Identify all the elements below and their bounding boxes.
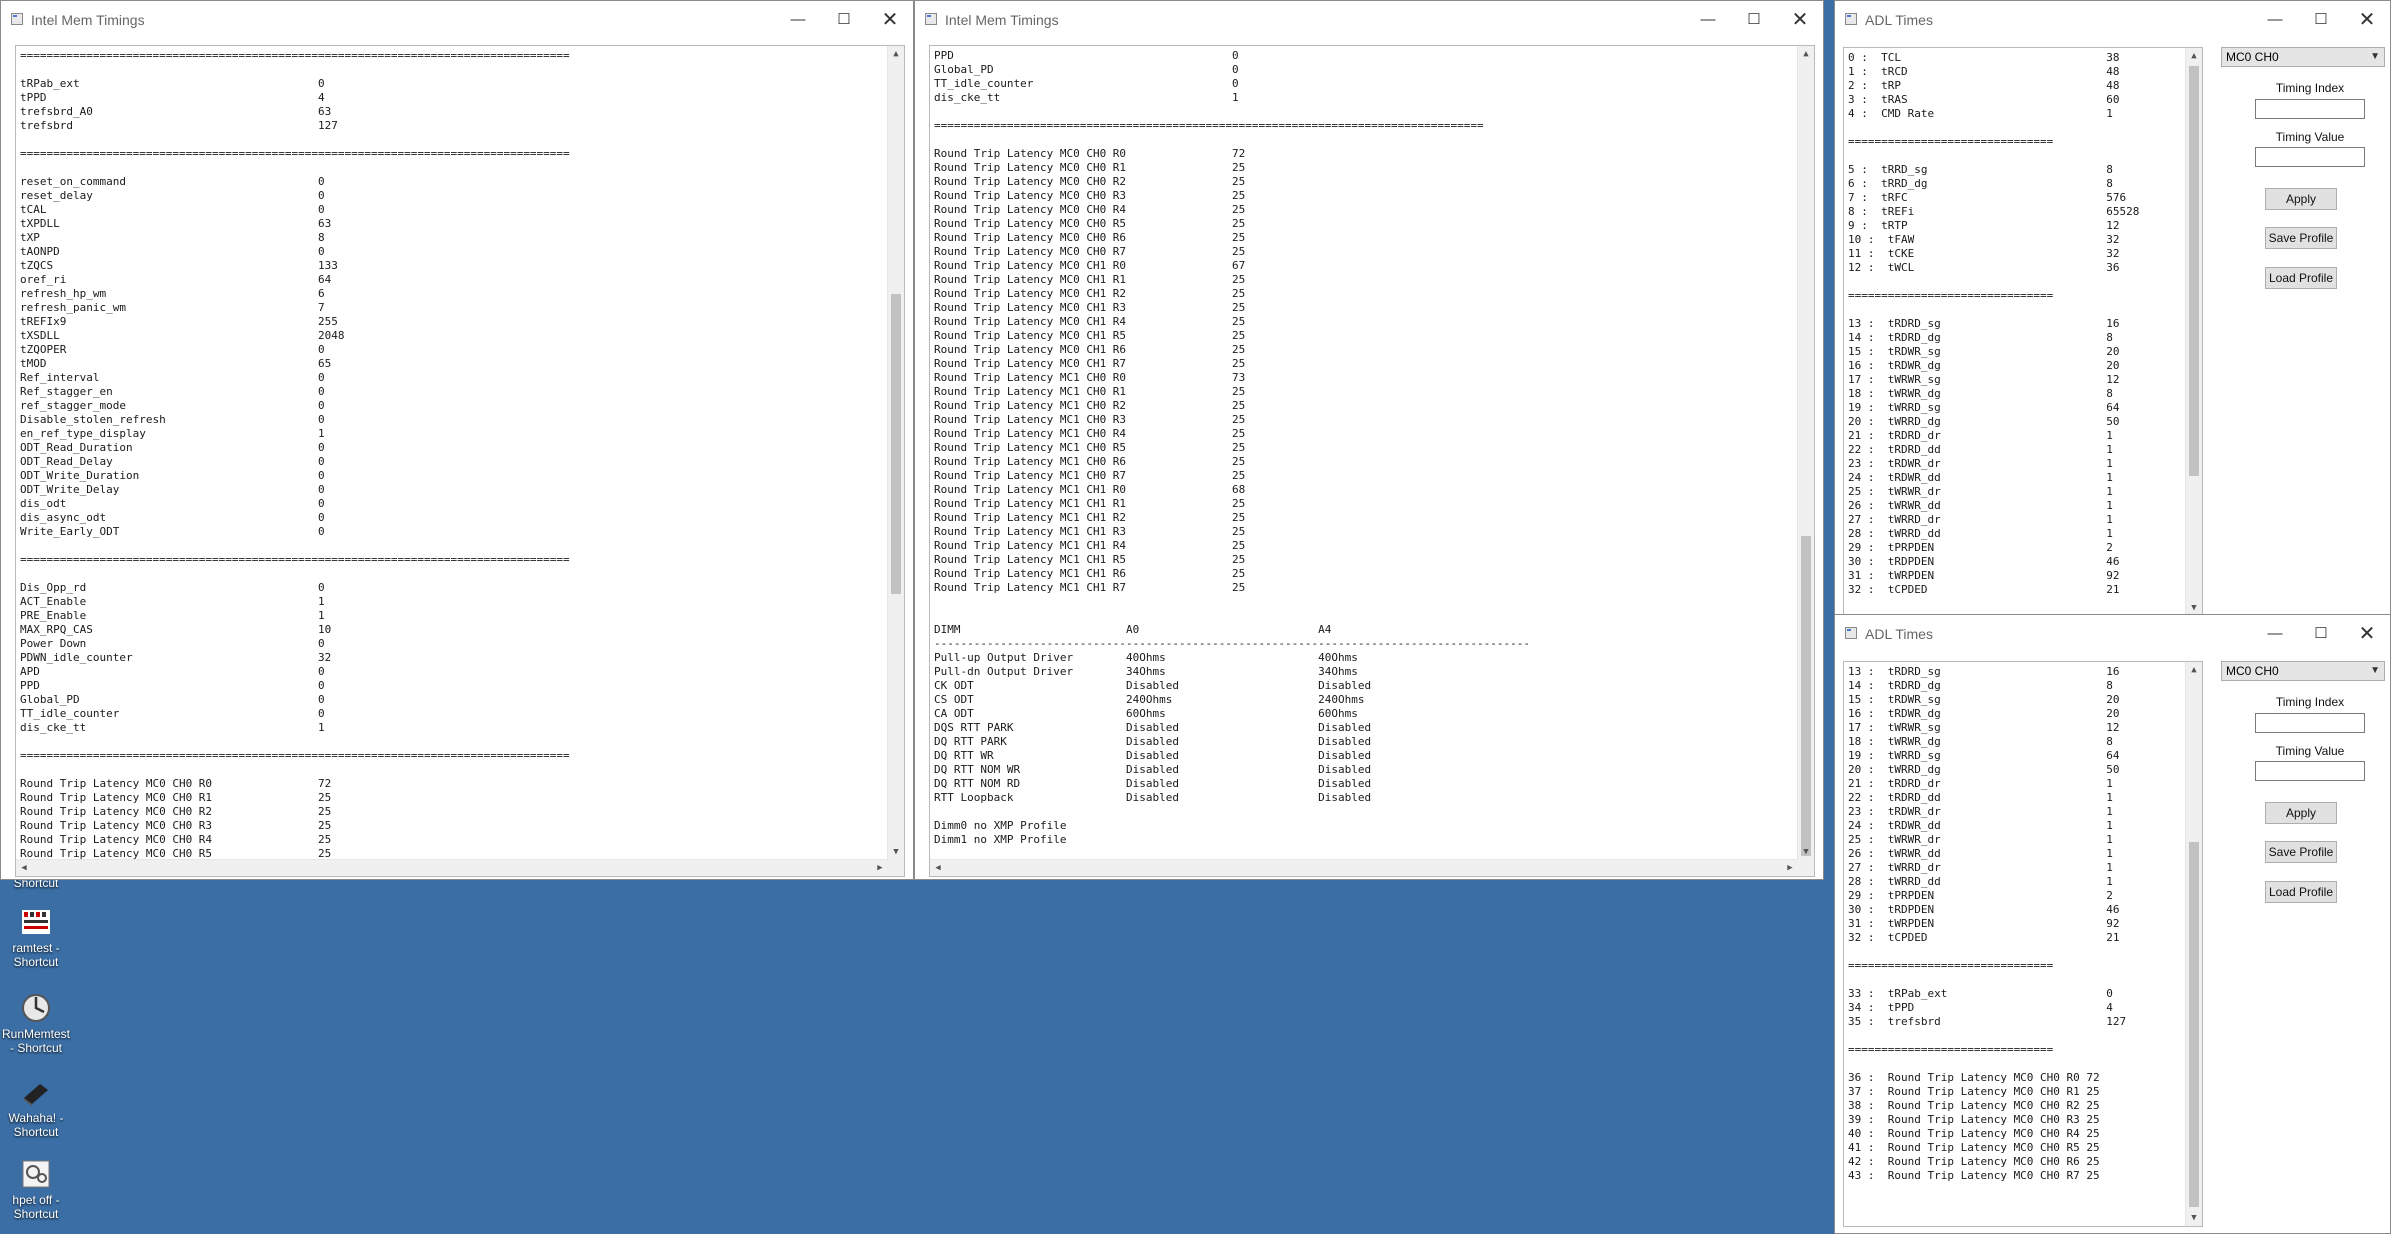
scroll-up-icon[interactable]: ▲ (1798, 46, 1814, 62)
load-profile-button[interactable]: Load Profile (2265, 881, 2337, 903)
chevron-down-icon: ▼ (2370, 51, 2380, 62)
desktop-icon-hpet[interactable]: hpet off - Shortcut (0, 1158, 72, 1221)
scrollbar-corner (888, 860, 904, 876)
hpet-icon (20, 1158, 52, 1190)
adl-timings-text: 0 : TCL 38 1 : tRCD 48 2 : tRP 48 3 : tR… (1848, 51, 2140, 596)
desktop-icon-ramtest[interactable]: ramtest - Shortcut (0, 906, 72, 969)
desktop-icon-wahaha[interactable]: Wahaha! - Shortcut (0, 1076, 72, 1139)
app-icon (1845, 627, 1857, 639)
desktop-icon-runmemtest[interactable]: RunMemtest - Shortcut (0, 992, 72, 1055)
desktop-icon-label: RunMemtest - Shortcut (1, 1027, 71, 1055)
scroll-left-icon[interactable]: ◀ (16, 860, 32, 876)
scroll-thumb[interactable] (1801, 536, 1811, 856)
window-title: ADL Times (1865, 626, 1933, 642)
scroll-down-icon[interactable]: ▼ (888, 844, 904, 860)
timing-index-input[interactable] (2255, 713, 2365, 733)
maximize-button[interactable]: ☐ (2298, 615, 2344, 653)
runmemtest-icon (20, 992, 52, 1024)
vertical-scrollbar[interactable]: ▲ ▼ (887, 46, 904, 860)
scroll-down-icon[interactable]: ▼ (1798, 844, 1814, 860)
app-icon (925, 13, 937, 25)
timing-index-input[interactable] (2255, 99, 2365, 119)
window-title: Intel Mem Timings (945, 12, 1059, 28)
maximize-button[interactable]: ☐ (2298, 1, 2344, 39)
close-button[interactable]: ✕ (2344, 1, 2390, 39)
timings-text-area[interactable]: ========================================… (15, 45, 905, 877)
title-bar[interactable]: ADL Times — ☐ ✕ (1835, 1, 2390, 39)
scroll-thumb[interactable] (2189, 66, 2199, 476)
desktop-icon-label: hpet off - Shortcut (12, 1193, 60, 1221)
save-profile-button[interactable]: Save Profile (2265, 227, 2337, 249)
save-profile-button[interactable]: Save Profile (2265, 841, 2337, 863)
apply-button[interactable]: Apply (2265, 802, 2337, 824)
scroll-right-icon[interactable]: ▶ (872, 860, 888, 876)
horizontal-scrollbar[interactable]: ◀ ▶ (930, 859, 1798, 876)
title-bar[interactable]: Intel Mem Timings — ☐ ✕ (915, 1, 1823, 39)
scroll-thumb[interactable] (891, 294, 901, 594)
timing-value-input[interactable] (2255, 761, 2365, 781)
timings-text-area[interactable]: PPD 0 Global_PD 0 TT_idle_counter 0 dis_… (929, 45, 1815, 877)
minimize-button[interactable]: — (1685, 1, 1731, 39)
vertical-scrollbar[interactable]: ▲ ▼ (1797, 46, 1814, 860)
intel-mem-timings-window-2[interactable]: Intel Mem Timings — ☐ ✕ PPD 0 Global_PD … (914, 0, 1824, 880)
vertical-scrollbar[interactable]: ▲ ▼ (2185, 48, 2202, 616)
apply-button[interactable]: Apply (2265, 188, 2337, 210)
close-button[interactable]: ✕ (867, 1, 913, 39)
timing-index-label: Timing Index (2275, 81, 2345, 95)
scroll-down-icon[interactable]: ▼ (2186, 1210, 2202, 1226)
scroll-left-icon[interactable]: ◀ (930, 860, 946, 876)
minimize-button[interactable]: — (2252, 1, 2298, 39)
vertical-scrollbar[interactable]: ▲ ▼ (2185, 662, 2202, 1226)
desktop-icon-label: Wahaha! - Shortcut (8, 1111, 64, 1139)
scrollbar-corner (1798, 860, 1814, 876)
maximize-button[interactable]: ☐ (821, 1, 867, 39)
window-title: Intel Mem Timings (31, 12, 145, 28)
adl-timings-text: 13 : tRDRD_sg 16 14 : tRDRD_dg 8 15 : tR… (1848, 665, 2127, 1182)
adl-timings-list[interactable]: 13 : tRDRD_sg 16 14 : tRDRD_dg 8 15 : tR… (1843, 661, 2203, 1227)
close-button[interactable]: ✕ (1777, 1, 1823, 39)
minimize-button[interactable]: — (2252, 615, 2298, 653)
scroll-thumb[interactable] (2189, 842, 2199, 1207)
intel-mem-timings-window-1[interactable]: Intel Mem Timings — ☐ ✕ ================… (0, 0, 914, 880)
close-button[interactable]: ✕ (2344, 615, 2390, 653)
adl-times-window-2[interactable]: ADL Times — ☐ ✕ 13 : tRDRD_sg 16 14 : tR… (1834, 614, 2391, 1234)
wahaha-icon (20, 1076, 52, 1108)
timing-value-label: Timing Value (2275, 130, 2345, 144)
desktop-icon-label: ramtest - Shortcut (12, 941, 60, 969)
timings-text: ========================================… (20, 49, 570, 860)
channel-select-value: MC0 CH0 (2226, 50, 2279, 64)
ramtest-icon (20, 906, 52, 938)
app-icon (11, 13, 23, 25)
adl-timings-list[interactable]: 0 : TCL 38 1 : tRCD 48 2 : tRP 48 3 : tR… (1843, 47, 2203, 617)
minimize-button[interactable]: — (775, 1, 821, 39)
load-profile-button[interactable]: Load Profile (2265, 267, 2337, 289)
scroll-up-icon[interactable]: ▲ (2186, 48, 2202, 64)
title-bar[interactable]: Intel Mem Timings — ☐ ✕ (1, 1, 913, 39)
scroll-up-icon[interactable]: ▲ (2186, 662, 2202, 678)
channel-select[interactable]: MC0 CH0 ▼ (2221, 661, 2385, 681)
scroll-up-icon[interactable]: ▲ (888, 46, 904, 62)
app-icon (1845, 13, 1857, 25)
channel-select-value: MC0 CH0 (2226, 664, 2279, 678)
adl-times-window-1[interactable]: ADL Times — ☐ ✕ 0 : TCL 38 1 : tRCD 48 2… (1834, 0, 2391, 620)
maximize-button[interactable]: ☐ (1731, 1, 1777, 39)
window-title: ADL Times (1865, 12, 1933, 28)
chevron-down-icon: ▼ (2370, 665, 2380, 676)
timings-text: PPD 0 Global_PD 0 TT_idle_counter 0 dis_… (934, 49, 1531, 846)
timing-value-input[interactable] (2255, 147, 2365, 167)
timing-value-label: Timing Value (2275, 744, 2345, 758)
channel-select[interactable]: MC0 CH0 ▼ (2221, 47, 2385, 67)
timing-index-label: Timing Index (2275, 695, 2345, 709)
scroll-right-icon[interactable]: ▶ (1782, 860, 1798, 876)
title-bar[interactable]: ADL Times — ☐ ✕ (1835, 615, 2390, 653)
horizontal-scrollbar[interactable]: ◀ ▶ (16, 859, 888, 876)
